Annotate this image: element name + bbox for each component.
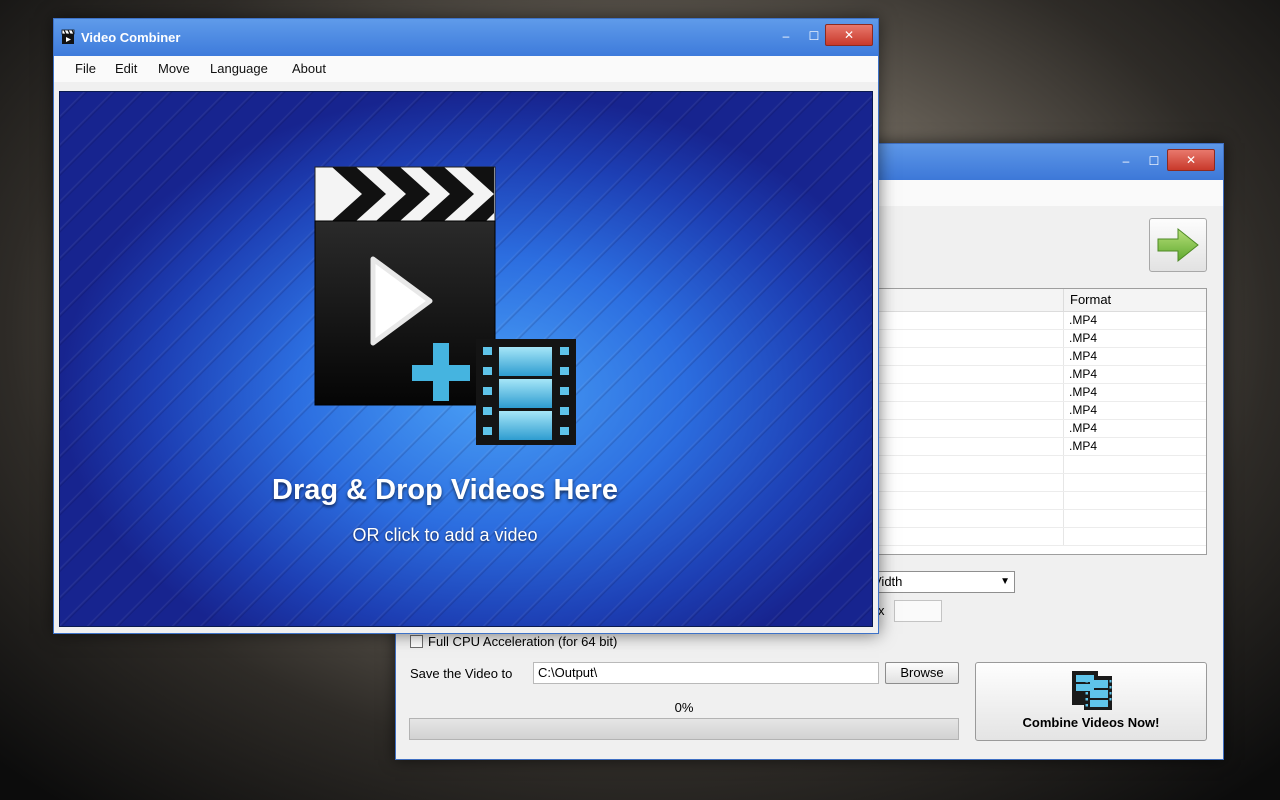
next-button[interactable] bbox=[1149, 218, 1207, 272]
format-cell: .MP4 bbox=[1063, 402, 1167, 419]
format-column-header[interactable]: Format bbox=[1063, 289, 1168, 311]
chevron-down-icon: ▼ bbox=[1000, 576, 1010, 587]
resize-mode-select[interactable]: Vidth ▼ bbox=[872, 571, 1015, 593]
list-header: Format bbox=[837, 289, 1206, 312]
app-clapperboard-icon bbox=[61, 29, 75, 44]
list-item[interactable]: .MP4 bbox=[837, 402, 1206, 420]
format-cell: .MP4 bbox=[1063, 420, 1167, 437]
progress-percent: 0% bbox=[674, 700, 694, 715]
format-cell: .MP4 bbox=[1063, 438, 1167, 455]
minimize-button[interactable]: – bbox=[773, 27, 799, 45]
format-cell bbox=[1063, 456, 1167, 473]
list-item[interactable] bbox=[837, 510, 1206, 528]
format-cell bbox=[1063, 492, 1167, 509]
list-item[interactable] bbox=[837, 528, 1206, 546]
cpu-acceleration-option[interactable]: Full CPU Acceleration (for 64 bit) bbox=[410, 634, 617, 649]
format-cell bbox=[1063, 528, 1167, 545]
arrow-right-icon bbox=[1157, 227, 1199, 263]
list-item[interactable] bbox=[837, 492, 1206, 510]
list-item[interactable]: .MP4 bbox=[837, 330, 1206, 348]
format-cell: .MP4 bbox=[1063, 384, 1167, 401]
list-item[interactable]: .MP4 bbox=[837, 348, 1206, 366]
combine-videos-label: Combine Videos Now! bbox=[1022, 715, 1160, 730]
maximize-button[interactable]: ☐ bbox=[801, 27, 827, 45]
menu-about[interactable]: About bbox=[292, 61, 326, 76]
format-cell bbox=[1063, 510, 1167, 527]
list-item[interactable]: .MP4 bbox=[837, 312, 1206, 330]
video-combiner-titlebar[interactable]: Video Combiner – ☐ ✕ bbox=[54, 19, 878, 56]
menu-move[interactable]: Move bbox=[158, 61, 190, 76]
format-cell: .MP4 bbox=[1063, 366, 1167, 383]
video-file-list[interactable]: Format .MP4 .MP4 .MP4 .MP4 .MP4 .MP4 .MP4 .MP4 bbox=[836, 288, 1207, 555]
format-cell: .MP4 bbox=[1063, 348, 1167, 365]
format-cell: .MP4 bbox=[1063, 312, 1167, 329]
cpu-acceleration-checkbox[interactable] bbox=[410, 635, 423, 648]
video-combiner-window: Video Combiner – ☐ ✕ File Edit Move Lang… bbox=[53, 18, 879, 634]
menu-edit[interactable]: Edit bbox=[115, 61, 137, 76]
menu-language[interactable]: Language bbox=[210, 61, 268, 76]
film-strip-icon bbox=[1072, 671, 1112, 710]
close-button[interactable]: ✕ bbox=[825, 24, 873, 46]
progress-bar bbox=[409, 718, 959, 740]
format-cell bbox=[1063, 474, 1167, 491]
cpu-acceleration-label: Full CPU Acceleration (for 64 bit) bbox=[428, 634, 618, 649]
list-item[interactable]: .MP4 bbox=[837, 420, 1206, 438]
close-button[interactable]: ✕ bbox=[1167, 149, 1215, 171]
drop-zone[interactable]: Drag & Drop Videos Here OR click to add … bbox=[59, 91, 873, 627]
list-item[interactable] bbox=[837, 474, 1206, 492]
save-location-label: Save the Video to bbox=[410, 666, 513, 681]
list-rows: .MP4 .MP4 .MP4 .MP4 .MP4 .MP4 .MP4 .MP4 bbox=[837, 312, 1206, 546]
minimize-button[interactable]: – bbox=[1113, 152, 1139, 170]
format-cell: .MP4 bbox=[1063, 330, 1167, 347]
drop-zone-subtitle[interactable]: OR click to add a video bbox=[60, 525, 830, 546]
list-item[interactable]: .MP4 bbox=[837, 366, 1206, 384]
list-item[interactable]: .MP4 bbox=[837, 384, 1206, 402]
browse-button[interactable]: Browse bbox=[885, 662, 959, 684]
drop-zone-title: Drag & Drop Videos Here bbox=[272, 474, 618, 506]
height-input[interactable] bbox=[894, 600, 942, 622]
menu-file[interactable]: File bbox=[75, 61, 96, 76]
list-item[interactable] bbox=[837, 456, 1206, 474]
clapperboard-add-video-icon bbox=[314, 166, 576, 445]
output-path-input[interactable]: C:\Output\ bbox=[533, 662, 879, 684]
list-item[interactable]: .MP4 bbox=[837, 438, 1206, 456]
menu-bar: File Edit Move Language About bbox=[54, 56, 878, 82]
maximize-button[interactable]: ☐ bbox=[1141, 152, 1167, 170]
window-title: Video Combiner bbox=[81, 30, 181, 45]
combine-videos-button[interactable]: Combine Videos Now! bbox=[975, 662, 1207, 741]
